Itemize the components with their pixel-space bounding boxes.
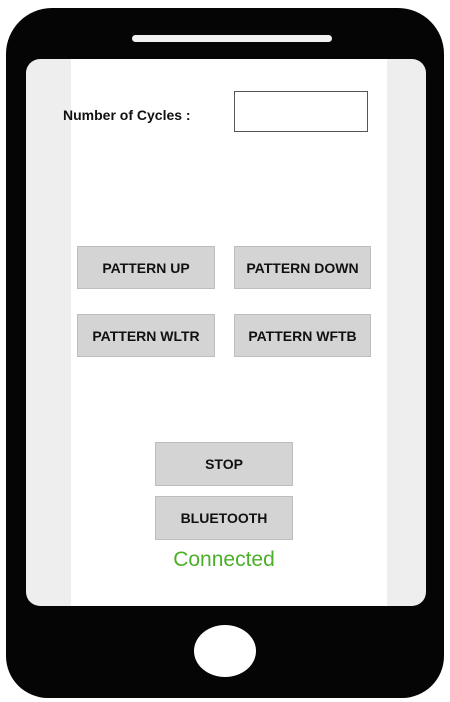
pattern-up-button[interactable]: PATTERN UP xyxy=(77,246,215,289)
home-button[interactable] xyxy=(194,625,256,677)
pattern-wltr-button[interactable]: PATTERN WLTR xyxy=(77,314,215,357)
connection-status: Connected xyxy=(173,548,275,571)
speaker-grille xyxy=(132,35,332,42)
pattern-wftb-button[interactable]: PATTERN WFTB xyxy=(234,314,371,357)
cycles-input[interactable] xyxy=(234,91,368,132)
bluetooth-button[interactable]: BLUETOOTH xyxy=(155,496,293,540)
pattern-down-button[interactable]: PATTERN DOWN xyxy=(234,246,371,289)
cycles-label: Number of Cycles : xyxy=(63,107,191,123)
stop-button[interactable]: STOP xyxy=(155,442,293,486)
